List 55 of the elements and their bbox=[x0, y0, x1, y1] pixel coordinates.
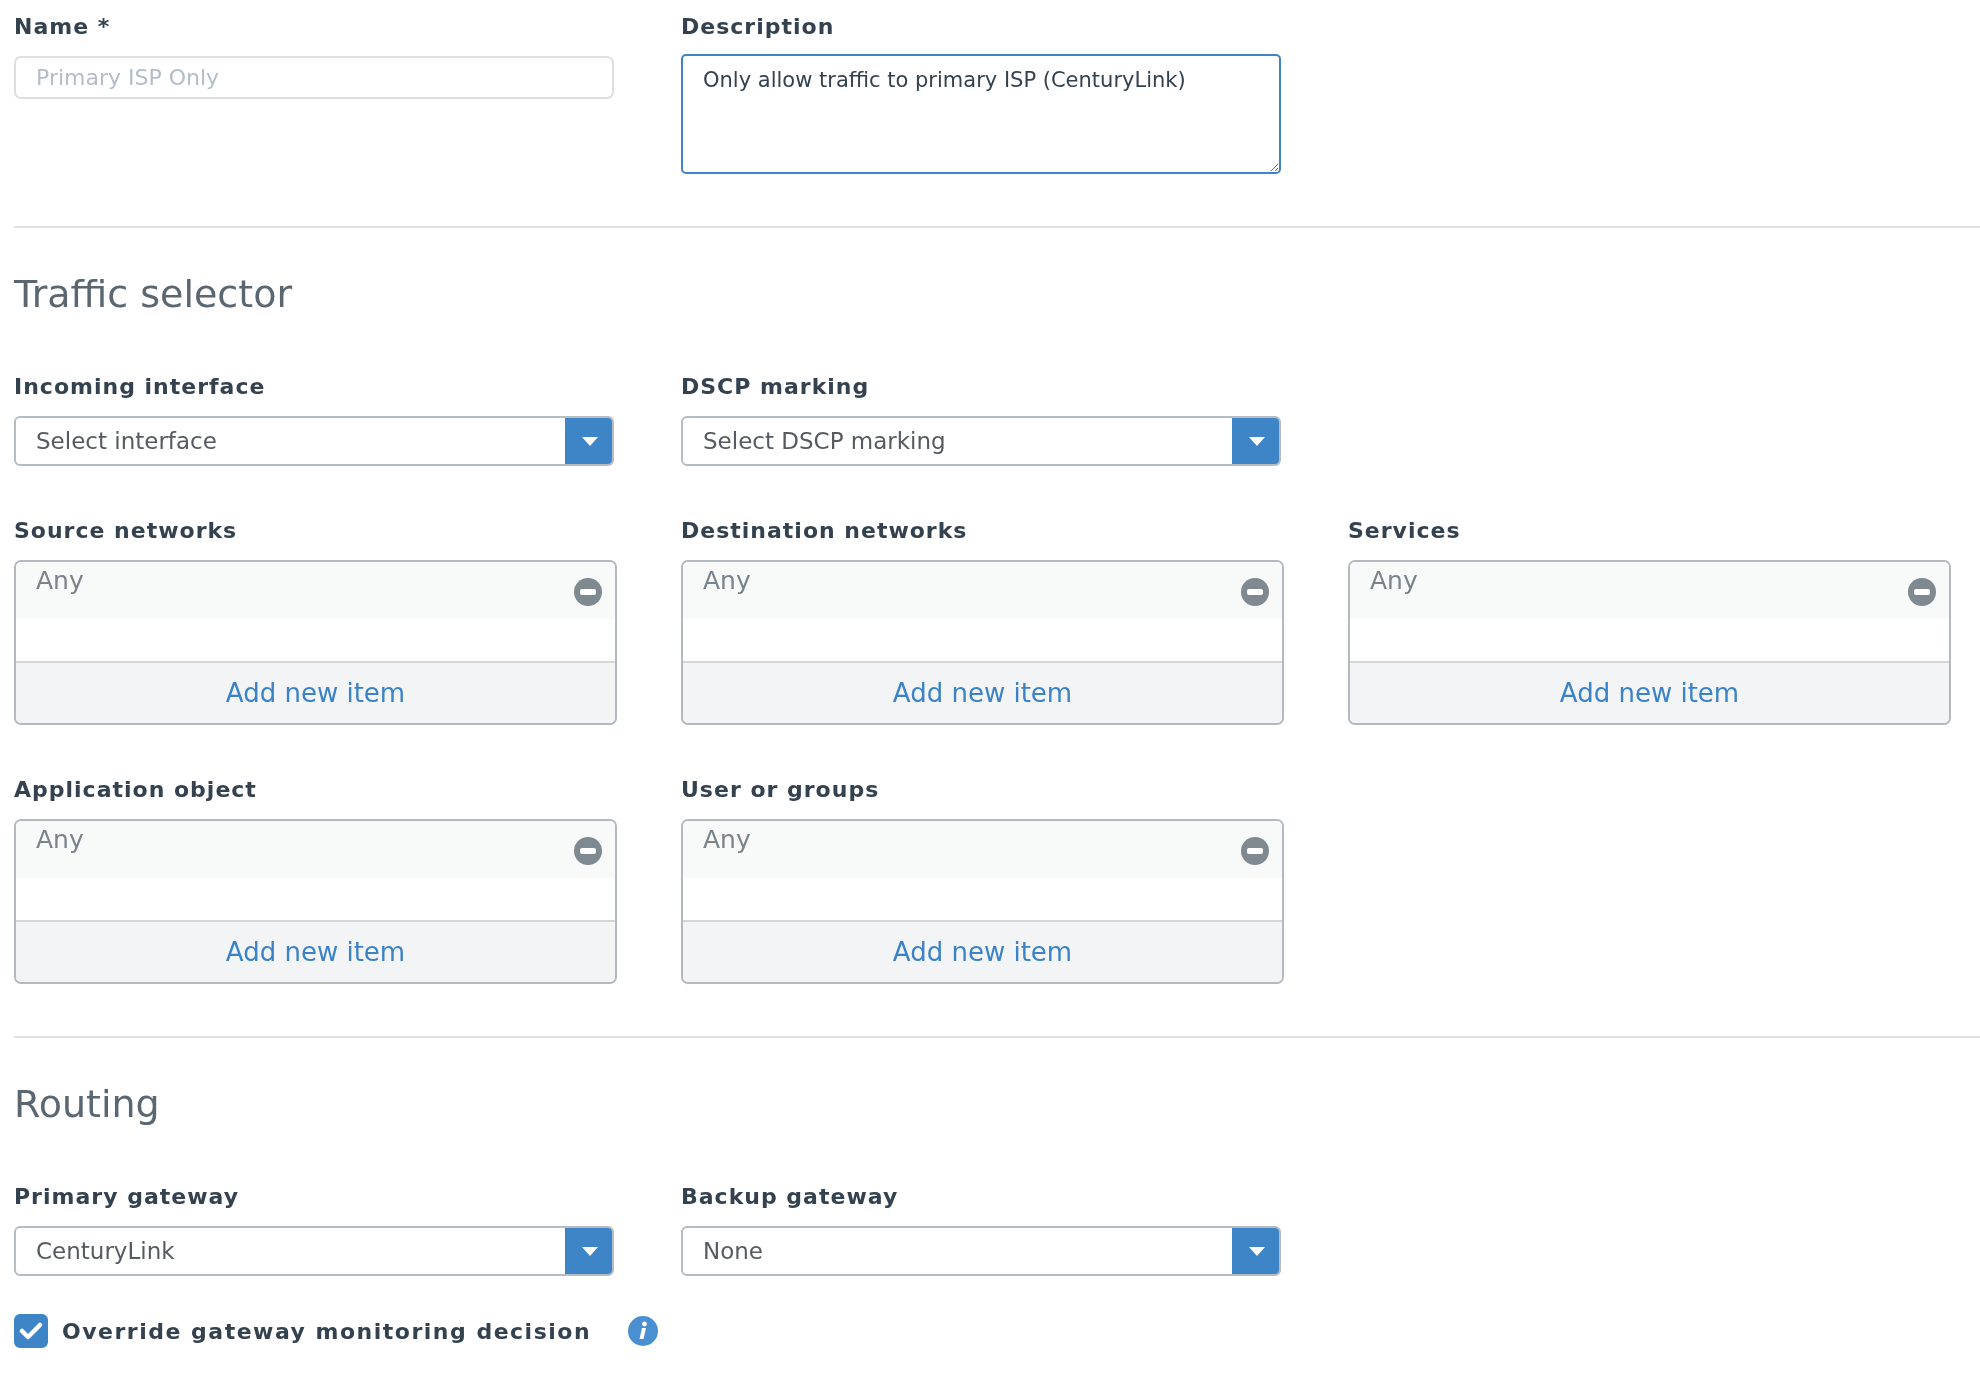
caret-icon bbox=[1248, 1246, 1265, 1256]
dropdown-value: Select DSCP marking bbox=[702, 428, 947, 454]
remove-icon[interactable] bbox=[1240, 836, 1270, 866]
section-heading: Traffic selector bbox=[14, 272, 294, 316]
add-item-button[interactable]: Add new item bbox=[16, 920, 615, 982]
checkmark-icon bbox=[19, 1321, 43, 1341]
list-item[interactable]: Any bbox=[683, 562, 1282, 619]
field-label: DSCP marking bbox=[681, 374, 870, 400]
section-heading: Routing bbox=[14, 1082, 161, 1126]
list-item[interactable]: Any bbox=[16, 821, 615, 878]
dropdown-button[interactable] bbox=[1232, 418, 1279, 464]
remove-icon[interactable] bbox=[1907, 577, 1937, 607]
dropdown[interactable]: CenturyLink bbox=[14, 1226, 614, 1276]
remove-icon[interactable] bbox=[573, 577, 603, 607]
list-item[interactable]: Any bbox=[1350, 562, 1949, 619]
list-item-text: Any bbox=[703, 565, 751, 597]
add-item-button[interactable]: Add new item bbox=[683, 920, 1282, 982]
list-item-text: Any bbox=[703, 824, 751, 856]
description-field[interactable]: Only allow traffic to primary ISP (CenturyLink) bbox=[681, 54, 1281, 174]
list-item-text: Any bbox=[36, 565, 84, 597]
dropdown[interactable]: None bbox=[681, 1226, 1281, 1276]
field-label: Backup gateway bbox=[681, 1184, 899, 1210]
info-icon[interactable] bbox=[627, 1315, 660, 1347]
field-label: User or groups bbox=[681, 777, 880, 803]
caret-icon bbox=[581, 1246, 598, 1256]
caret-icon bbox=[581, 436, 598, 446]
checkbox[interactable] bbox=[14, 1314, 48, 1348]
dropdown-button[interactable] bbox=[565, 418, 612, 464]
list-item[interactable]: Any bbox=[683, 821, 1282, 878]
add-item-button[interactable]: Add new item bbox=[1350, 661, 1949, 723]
field-label: Services bbox=[1348, 518, 1461, 544]
add-item-button[interactable]: Add new item bbox=[683, 661, 1282, 723]
add-item-button[interactable]: Add new item bbox=[16, 661, 615, 723]
dropdown[interactable]: Select interface bbox=[14, 416, 614, 466]
list-item-text: Any bbox=[36, 824, 84, 856]
dropdown-button[interactable] bbox=[1232, 1228, 1279, 1274]
dropdown-value: None bbox=[702, 1238, 764, 1264]
field-label: Application object bbox=[14, 777, 257, 803]
caret-icon bbox=[1248, 436, 1265, 446]
remove-icon[interactable] bbox=[573, 836, 603, 866]
checkbox-label: Override gateway monitoring decision bbox=[62, 1318, 592, 1344]
field-label: Description bbox=[681, 14, 835, 40]
dropdown[interactable]: Select DSCP marking bbox=[681, 416, 1281, 466]
dropdown-button[interactable] bbox=[565, 1228, 612, 1274]
field-label: Destination networks bbox=[681, 518, 968, 544]
field-label: Incoming interface bbox=[14, 374, 266, 400]
name-field[interactable]: Primary ISP Only bbox=[14, 56, 614, 99]
dropdown-value: CenturyLink bbox=[35, 1238, 176, 1264]
list-item[interactable]: Any bbox=[16, 562, 615, 619]
dropdown-value: Select interface bbox=[35, 428, 218, 454]
remove-icon[interactable] bbox=[1240, 577, 1270, 607]
field-label: Name * bbox=[14, 14, 111, 40]
field-label: Source networks bbox=[14, 518, 238, 544]
field-label: Primary gateway bbox=[14, 1184, 239, 1210]
list-item-text: Any bbox=[1370, 565, 1418, 597]
